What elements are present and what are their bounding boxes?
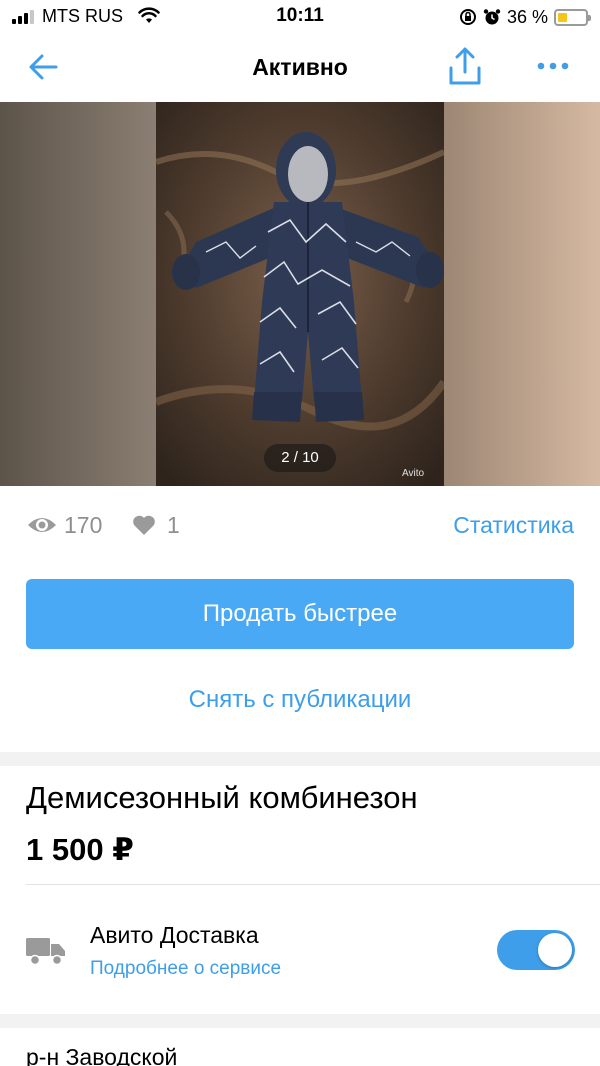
photo-counter: 2 / 10	[264, 444, 336, 472]
unpublish-link[interactable]: Снять с публикации	[0, 686, 600, 714]
section-divider	[0, 752, 600, 766]
sell-faster-button[interactable]: Продать быстрее	[26, 579, 574, 649]
more-dots-icon[interactable]	[536, 60, 570, 72]
delivery-title: Авито Доставка	[90, 922, 259, 948]
gallery-next-photo[interactable]	[444, 102, 600, 486]
photo-gallery[interactable]: Avito 2 / 10	[0, 102, 600, 486]
listing-photo[interactable]: Avito 2 / 10	[156, 102, 444, 486]
battery-percent: 36 %	[506, 6, 548, 27]
listing-title: Демисезонный комбинезон	[26, 780, 418, 815]
avito-watermark: Avito	[402, 468, 424, 479]
section-divider	[0, 1014, 600, 1028]
truck-icon	[26, 938, 65, 966]
alarm-icon	[483, 9, 501, 25]
gallery-prev-photo[interactable]	[0, 102, 156, 486]
stats-row: 170 1 Статистика	[26, 506, 574, 546]
battery-icon	[554, 8, 591, 26]
page-title: Активно	[252, 54, 348, 80]
toggle-knob	[538, 933, 572, 967]
location-district: р-н Заводской	[26, 1044, 178, 1066]
statistics-link[interactable]: Статистика	[453, 512, 574, 539]
rotation-lock-icon	[459, 9, 476, 25]
navigation-bar: Активно	[0, 34, 600, 100]
listing-price: 1 500 ₽	[26, 832, 134, 867]
share-icon[interactable]	[444, 46, 486, 88]
delivery-info-link[interactable]: Подробнее о сервисе	[90, 958, 281, 980]
divider	[26, 884, 600, 885]
delivery-toggle[interactable]	[497, 930, 575, 970]
views-count: 170	[64, 512, 103, 538]
status-bar: MTS RUS 10:11 36 %	[0, 0, 600, 34]
heart-icon	[133, 515, 155, 535]
eye-icon	[28, 518, 56, 532]
likes-count: 1	[167, 512, 180, 538]
